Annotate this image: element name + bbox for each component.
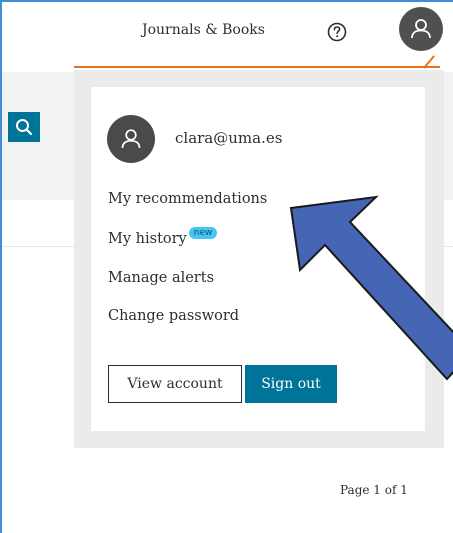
help-icon[interactable]: [327, 22, 347, 42]
search-button[interactable]: [8, 112, 40, 142]
menu-item-change-password[interactable]: Change password: [108, 308, 239, 324]
user-icon: [411, 19, 431, 39]
new-badge: new: [188, 227, 218, 239]
top-navigation-bar: Journals & Books: [2, 2, 453, 62]
sign-out-button[interactable]: Sign out: [245, 365, 337, 403]
menu-item-my-history[interactable]: My history new: [108, 227, 218, 247]
account-avatar-button[interactable]: [399, 7, 443, 51]
account-dropdown: clara@uma.es My recommendations My histo…: [74, 70, 444, 448]
search-icon: [16, 119, 33, 136]
menu-item-label: My history: [108, 231, 187, 247]
menu-item-manage-alerts[interactable]: Manage alerts: [108, 270, 214, 286]
menu-item-my-recommendations[interactable]: My recommendations: [108, 191, 267, 207]
view-account-button[interactable]: View account: [108, 365, 242, 403]
pagination-label: Page 1 of 1: [340, 483, 408, 497]
user-email: clara@uma.es: [175, 129, 283, 147]
account-dropdown-content: clara@uma.es My recommendations My histo…: [91, 87, 425, 431]
user-icon: [121, 129, 141, 149]
journals-books-link[interactable]: Journals & Books: [142, 22, 265, 38]
avatar: [107, 115, 155, 163]
active-menu-underline: [74, 66, 440, 68]
